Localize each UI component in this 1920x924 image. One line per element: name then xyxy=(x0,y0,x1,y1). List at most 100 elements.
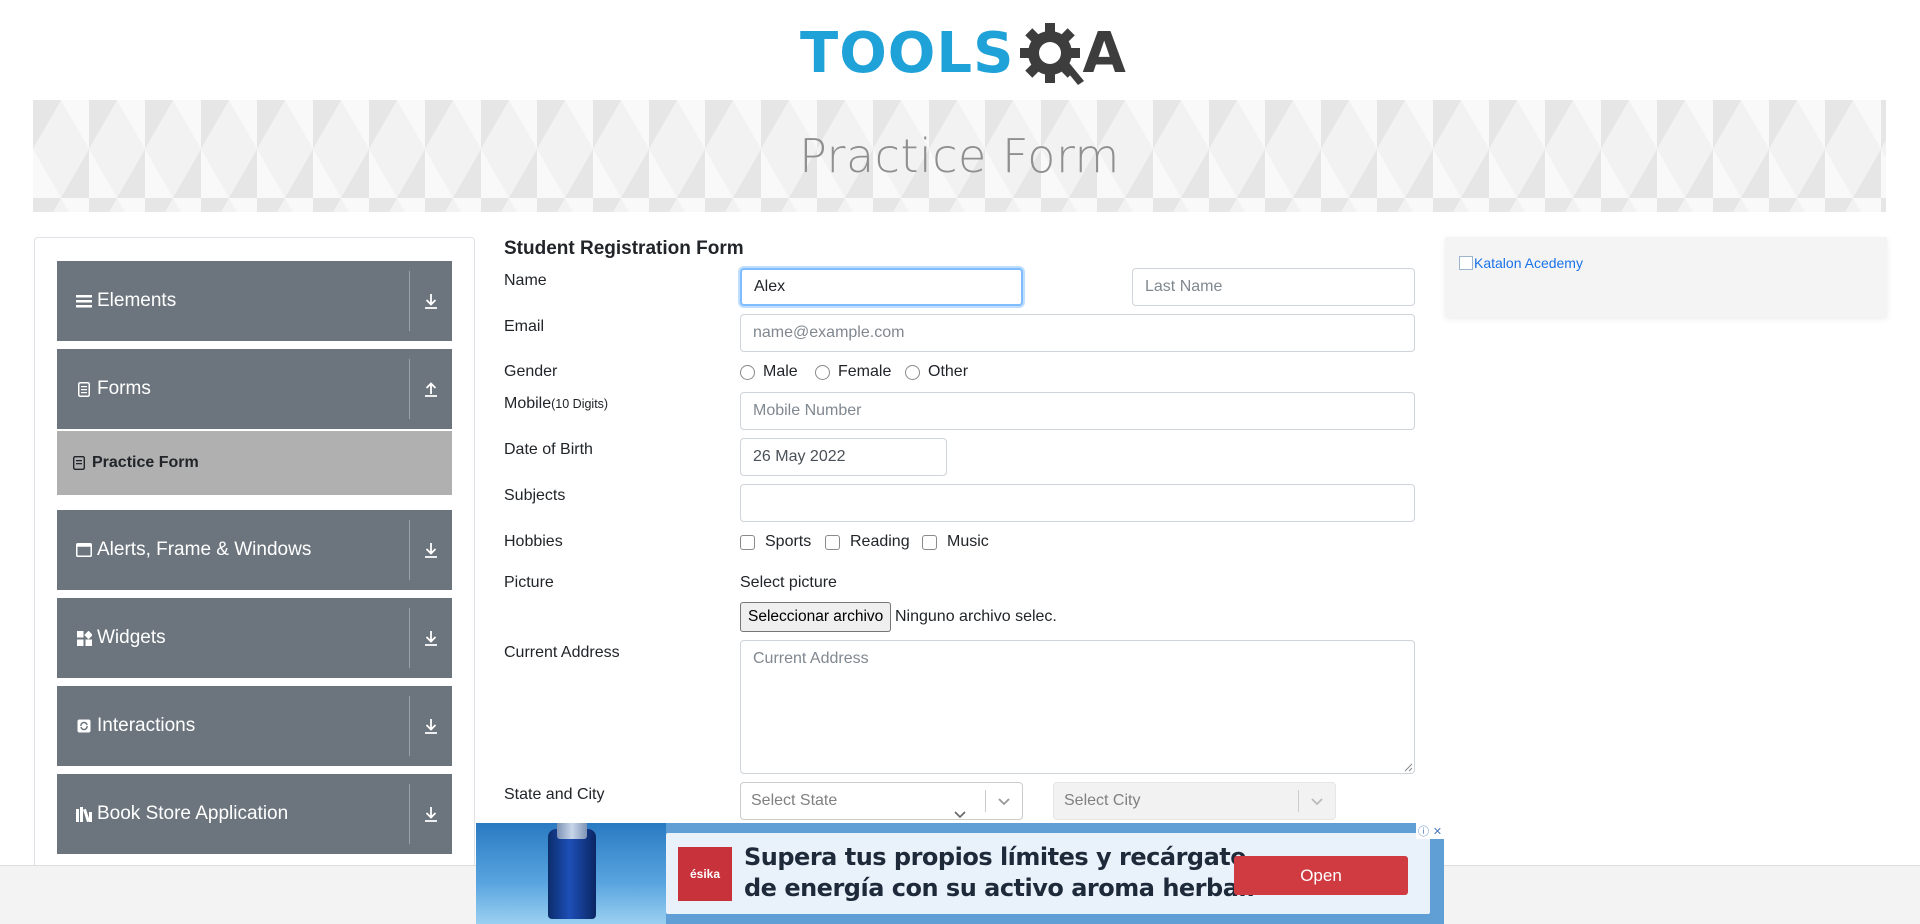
mobile-input[interactable]: Mobile Number xyxy=(740,392,1415,430)
sidebar-group-widgets[interactable]: Widgets xyxy=(57,598,452,678)
picture-prompt: Select picture xyxy=(740,574,837,591)
download-arrow-icon[interactable] xyxy=(422,541,440,559)
checkbox-box[interactable] xyxy=(740,534,755,550)
sidebar-group-label: Alerts, Frame & Windows xyxy=(97,539,312,560)
checkbox-label: Music xyxy=(947,533,989,550)
first-name-input[interactable]: Alex xyxy=(740,268,1023,306)
hobby-checkbox-sports[interactable]: Sports xyxy=(740,533,811,551)
sidebar-group-elements[interactable]: Elements xyxy=(57,261,452,341)
dob-input[interactable]: 26 May 2022 xyxy=(740,438,947,476)
ad-open-button[interactable]: Open xyxy=(1234,856,1408,895)
city-placeholder: Select City xyxy=(1064,792,1141,809)
refresh-icon xyxy=(75,717,93,735)
gender-radio-male[interactable]: Male xyxy=(740,363,798,381)
city-select[interactable]: Select City xyxy=(1053,782,1336,820)
checkbox-box[interactable] xyxy=(922,534,937,550)
state-select[interactable]: Select State xyxy=(740,782,1023,820)
download-arrow-icon[interactable] xyxy=(422,805,440,823)
right-ad-banner: Katalon Acedemy xyxy=(1445,237,1887,317)
window-icon xyxy=(75,541,93,559)
name-label: Name xyxy=(504,272,547,289)
gear-q-icon xyxy=(1020,23,1085,85)
divider xyxy=(409,271,410,331)
checkbox-label: Sports xyxy=(765,533,812,550)
divider xyxy=(409,608,410,668)
dob-label: Date of Birth xyxy=(504,441,593,458)
sidebar-item-practice-form[interactable]: Practice Form xyxy=(57,431,452,495)
ad-copy: Supera tus propios límites y recárgate d… xyxy=(744,842,1255,904)
download-arrow-icon[interactable] xyxy=(422,629,440,647)
resize-handle-icon[interactable] xyxy=(1403,762,1413,772)
hobby-checkbox-reading[interactable]: Reading xyxy=(825,533,910,551)
upload-arrow-icon[interactable] xyxy=(422,380,440,398)
page-banner: Practice Form xyxy=(33,100,1886,212)
hobbies-label: Hobbies xyxy=(504,533,563,550)
last-name-input[interactable]: Last Name xyxy=(1132,268,1415,306)
sidebar-group-label: Elements xyxy=(97,290,177,311)
logo-text: TOOLS xyxy=(800,21,1015,86)
download-arrow-icon[interactable] xyxy=(422,717,440,735)
grid-icon xyxy=(75,629,93,647)
form-title: Student Registration Form xyxy=(504,238,744,259)
subjects-label: Subjects xyxy=(504,487,566,504)
sidebar-group-interactions[interactable]: Interactions xyxy=(57,686,452,766)
ad-line-2: de energía con su activo aroma herbal. xyxy=(744,874,1255,902)
ad-card[interactable]: ésika Supera tus propios límites y recár… xyxy=(666,833,1430,914)
subjects-input[interactable] xyxy=(740,484,1415,522)
address-placeholder: Current Address xyxy=(753,650,869,667)
ad-info-controls[interactable]: ⓘ ✕ xyxy=(1416,823,1444,839)
address-label: Current Address xyxy=(504,644,620,661)
hobby-checkbox-music[interactable]: Music xyxy=(922,533,989,551)
divider xyxy=(409,520,410,580)
gender-label: Gender xyxy=(504,363,558,380)
sidebar-group-book-store[interactable]: Book Store Application xyxy=(57,774,452,854)
checkbox-label: Reading xyxy=(850,533,910,550)
sidebar-group-forms[interactable]: Forms xyxy=(57,349,452,429)
radio-label: Other xyxy=(928,363,969,380)
page-title: Practice Form xyxy=(799,129,1120,183)
radio-circle[interactable] xyxy=(905,364,920,380)
document-icon xyxy=(75,380,93,398)
gender-radio-other[interactable]: Other xyxy=(905,363,968,381)
mobile-label: Mobile(10 Digits) xyxy=(504,395,608,413)
perfume-bottle-image xyxy=(548,829,596,919)
email-label: Email xyxy=(504,318,545,335)
sidebar-group-label: Widgets xyxy=(97,627,166,648)
radio-label: Female xyxy=(838,363,892,380)
state-placeholder: Select State xyxy=(751,792,838,809)
email-input[interactable]: name@example.com xyxy=(740,314,1415,352)
sidebar: Elements Forms Practice Form Alerts, Fra… xyxy=(34,237,475,924)
gender-radio-female[interactable]: Female xyxy=(815,363,891,381)
divider xyxy=(409,359,410,419)
checkbox-box[interactable] xyxy=(825,534,840,550)
choose-file-button[interactable]: Seleccionar archivo xyxy=(740,602,892,632)
bottom-ad-banner[interactable]: ésika Supera tus propios límites y recár… xyxy=(476,823,1444,924)
sidebar-group-label: Interactions xyxy=(97,715,196,736)
sidebar-item-label: Practice Form xyxy=(92,454,199,471)
sidebar-group-label: Book Store Application xyxy=(97,803,289,824)
sidebar-group-label: Forms xyxy=(97,378,151,399)
katalon-ad-link[interactable]: Katalon Acedemy xyxy=(1459,255,1887,271)
divider xyxy=(409,784,410,844)
books-icon xyxy=(75,805,93,823)
sidebar-group-alerts[interactable]: Alerts, Frame & Windows xyxy=(57,510,452,590)
ad-line-1: Supera tus propios límites y recárgate xyxy=(744,843,1247,871)
brand-logo: ésika xyxy=(678,847,732,901)
mobile-hint: (10 Digits) xyxy=(551,397,609,411)
cursor-chevron-icon xyxy=(954,811,966,819)
close-icon[interactable]: ✕ xyxy=(1433,825,1442,838)
chevron-down-icon[interactable] xyxy=(1299,783,1335,819)
form-icon xyxy=(73,456,85,470)
chevron-down-icon[interactable] xyxy=(986,783,1022,819)
radio-circle[interactable] xyxy=(740,364,755,380)
current-address-input[interactable]: Current Address xyxy=(740,640,1415,774)
download-arrow-icon[interactable] xyxy=(422,292,440,310)
mobile-label-text: Mobile xyxy=(504,395,552,412)
toolsqa-logo[interactable]: TOOLS A xyxy=(800,16,1126,92)
info-icon[interactable]: ⓘ xyxy=(1418,823,1429,839)
bottle-cap xyxy=(557,823,587,839)
file-status: Ninguno archivo selec. xyxy=(895,608,1057,625)
broken-image-icon xyxy=(1459,256,1473,270)
hamburger-icon xyxy=(75,292,93,310)
radio-circle[interactable] xyxy=(815,364,830,380)
